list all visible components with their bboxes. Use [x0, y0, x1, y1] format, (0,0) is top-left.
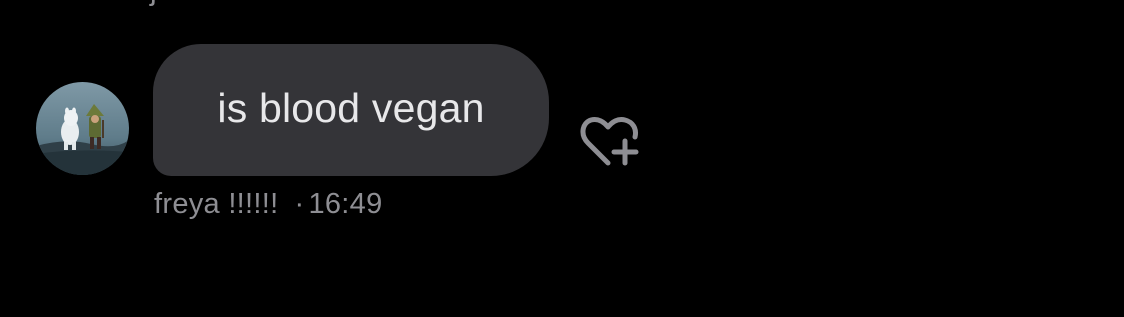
avatar[interactable] [36, 82, 129, 175]
previous-message-fragment: j [150, 0, 164, 6]
moomin-avatar-icon [36, 82, 129, 175]
message-time: 16:49 [308, 188, 383, 220]
sender-name: freya !!!!!! [154, 188, 279, 220]
react-button[interactable] [578, 113, 642, 171]
heart-plus-icon [580, 117, 639, 166]
message-text: is blood vegan [217, 84, 485, 131]
message-bubble[interactable]: is blood vegan [153, 44, 549, 176]
message-meta: freya !!!!!! · 16:49 [154, 188, 383, 221]
meta-separator: · [294, 188, 305, 220]
chat-thread: j [0, 0, 1124, 317]
